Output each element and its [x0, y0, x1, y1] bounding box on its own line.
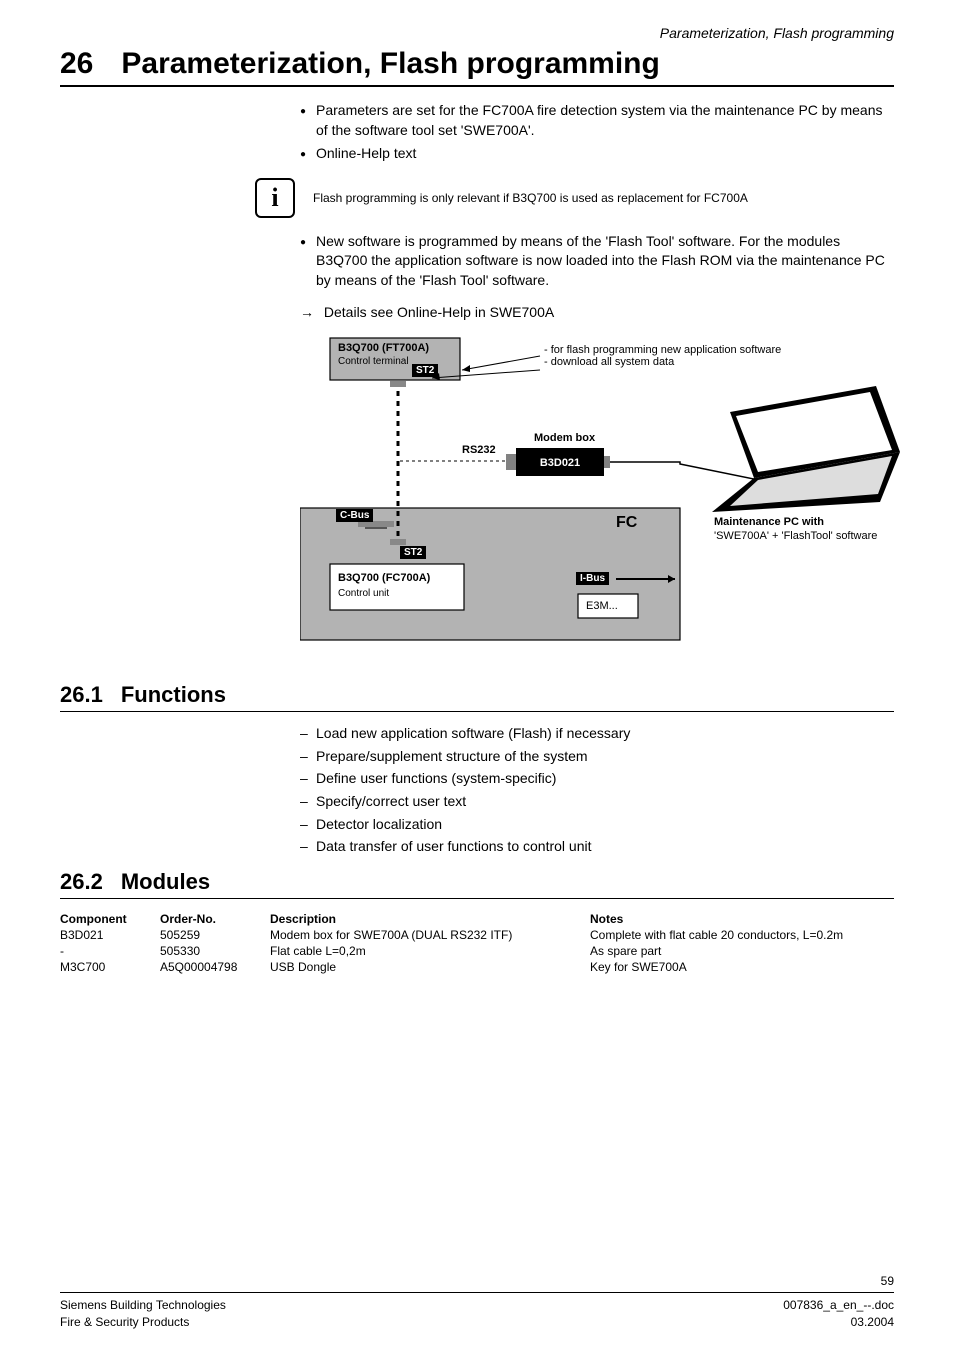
- table-row: - 505330 Flat cable L=0,2m As spare part: [60, 943, 894, 959]
- arrow-text: Details see Online-Help in SWE700A: [324, 304, 554, 320]
- svg-text:B3D021: B3D021: [540, 457, 580, 469]
- diagram-pc-line2: 'SWE700A' + 'FlashTool' software: [714, 530, 877, 542]
- function-5: Detector localization: [300, 815, 894, 835]
- footer-left-2: Fire & Security Products: [60, 1314, 226, 1331]
- cell-component: B3D021: [60, 927, 160, 943]
- intro-bullet-1: Parameters are set for the FC700A fire d…: [300, 101, 894, 140]
- diagram-top-box-sub: Control terminal: [338, 356, 409, 367]
- table-row: M3C700 A5Q00004798 USB Dongle Key for SW…: [60, 959, 894, 975]
- cell-order-no: 505259: [160, 927, 270, 943]
- diagram-cbus: C-Bus: [336, 509, 373, 522]
- cell-notes: Key for SWE700A: [590, 959, 894, 975]
- h2-2-number: 26.2: [60, 869, 103, 895]
- page-footer: 59 Siemens Building Technologies Fire & …: [60, 1274, 894, 1331]
- diagram-top-box-title: B3Q700 (FT700A): [338, 342, 429, 354]
- heading-1: 26 Parameterization, Flash programming: [60, 47, 894, 87]
- table-row: B3D021 505259 Modem box for SWE700A (DUA…: [60, 927, 894, 943]
- h1-number: 26: [60, 47, 93, 81]
- footer-right-1: 007836_a_en_--.doc: [783, 1297, 894, 1314]
- th-component: Component: [60, 911, 160, 927]
- info-note-row: i Flash programming is only relevant if …: [255, 178, 894, 218]
- th-order-no: Order-No.: [160, 911, 270, 927]
- intro-bullet-list: Parameters are set for the FC700A fire d…: [300, 101, 894, 164]
- th-description: Description: [270, 911, 590, 927]
- diagram-st2-top: ST2: [412, 364, 438, 377]
- cell-description: USB Dongle: [270, 959, 590, 975]
- diagram-bottom-title: B3Q700 (FC700A): [338, 572, 430, 584]
- heading-26-1: 26.1 Functions: [60, 682, 894, 712]
- heading-26-2: 26.2 Modules: [60, 869, 894, 899]
- cell-description: Modem box for SWE700A (DUAL RS232 ITF): [270, 927, 590, 943]
- cell-component: -: [60, 943, 160, 959]
- footer-left-1: Siemens Building Technologies: [60, 1297, 226, 1314]
- th-notes: Notes: [590, 911, 894, 927]
- diagram-bottom-sub: Control unit: [338, 588, 389, 599]
- function-3: Define user functions (system-specific): [300, 769, 894, 789]
- intro-bullet-2: Online-Help text: [300, 144, 894, 164]
- cell-description: Flat cable L=0,2m: [270, 943, 590, 959]
- arrow-detail-line: Details see Online-Help in SWE700A: [300, 303, 894, 323]
- diagram-pc-line1: Maintenance PC with: [714, 516, 824, 528]
- function-1: Load new application software (Flash) if…: [300, 724, 894, 744]
- cell-component: M3C700: [60, 959, 160, 975]
- system-diagram: B3D021: [300, 336, 900, 642]
- cell-order-no: A5Q00004798: [160, 959, 270, 975]
- footer-page-number: 59: [60, 1274, 894, 1288]
- function-6: Data transfer of user functions to contr…: [300, 837, 894, 857]
- modules-table: Component Order-No. Description Notes B3…: [60, 911, 894, 975]
- info-note-text: Flash programming is only relevant if B3…: [313, 191, 748, 205]
- h2-2-title: Modules: [121, 869, 210, 895]
- info-icon: i: [255, 178, 295, 218]
- diagram-st2-bottom: ST2: [400, 546, 426, 559]
- footer-right-2: 03.2004: [783, 1314, 894, 1331]
- cell-notes: Complete with flat cable 20 conductors, …: [590, 927, 894, 943]
- function-2: Prepare/supplement structure of the syst…: [300, 747, 894, 767]
- h1-title: Parameterization, Flash programming: [121, 47, 659, 81]
- diagram-e3m: E3M...: [586, 600, 618, 612]
- running-header: Parameterization, Flash programming: [60, 25, 894, 41]
- after-info-bullet: New software is programmed by means of t…: [300, 232, 894, 291]
- h2-1-title: Functions: [121, 682, 226, 708]
- cell-notes: As spare part: [590, 943, 894, 959]
- diagram-rs232: RS232: [462, 444, 496, 456]
- table-header-row: Component Order-No. Description Notes: [60, 911, 894, 927]
- diagram-ibus: I-Bus: [576, 572, 609, 585]
- functions-list: Load new application software (Flash) if…: [300, 724, 894, 857]
- cell-order-no: 505330: [160, 943, 270, 959]
- diagram-top-note: - for flash programming new application …: [544, 344, 781, 368]
- diagram-fc: FC: [616, 514, 637, 532]
- function-4: Specify/correct user text: [300, 792, 894, 812]
- after-info-bullet-list: New software is programmed by means of t…: [300, 232, 894, 291]
- h2-1-number: 26.1: [60, 682, 103, 708]
- diagram-modem-title: Modem box: [534, 432, 595, 444]
